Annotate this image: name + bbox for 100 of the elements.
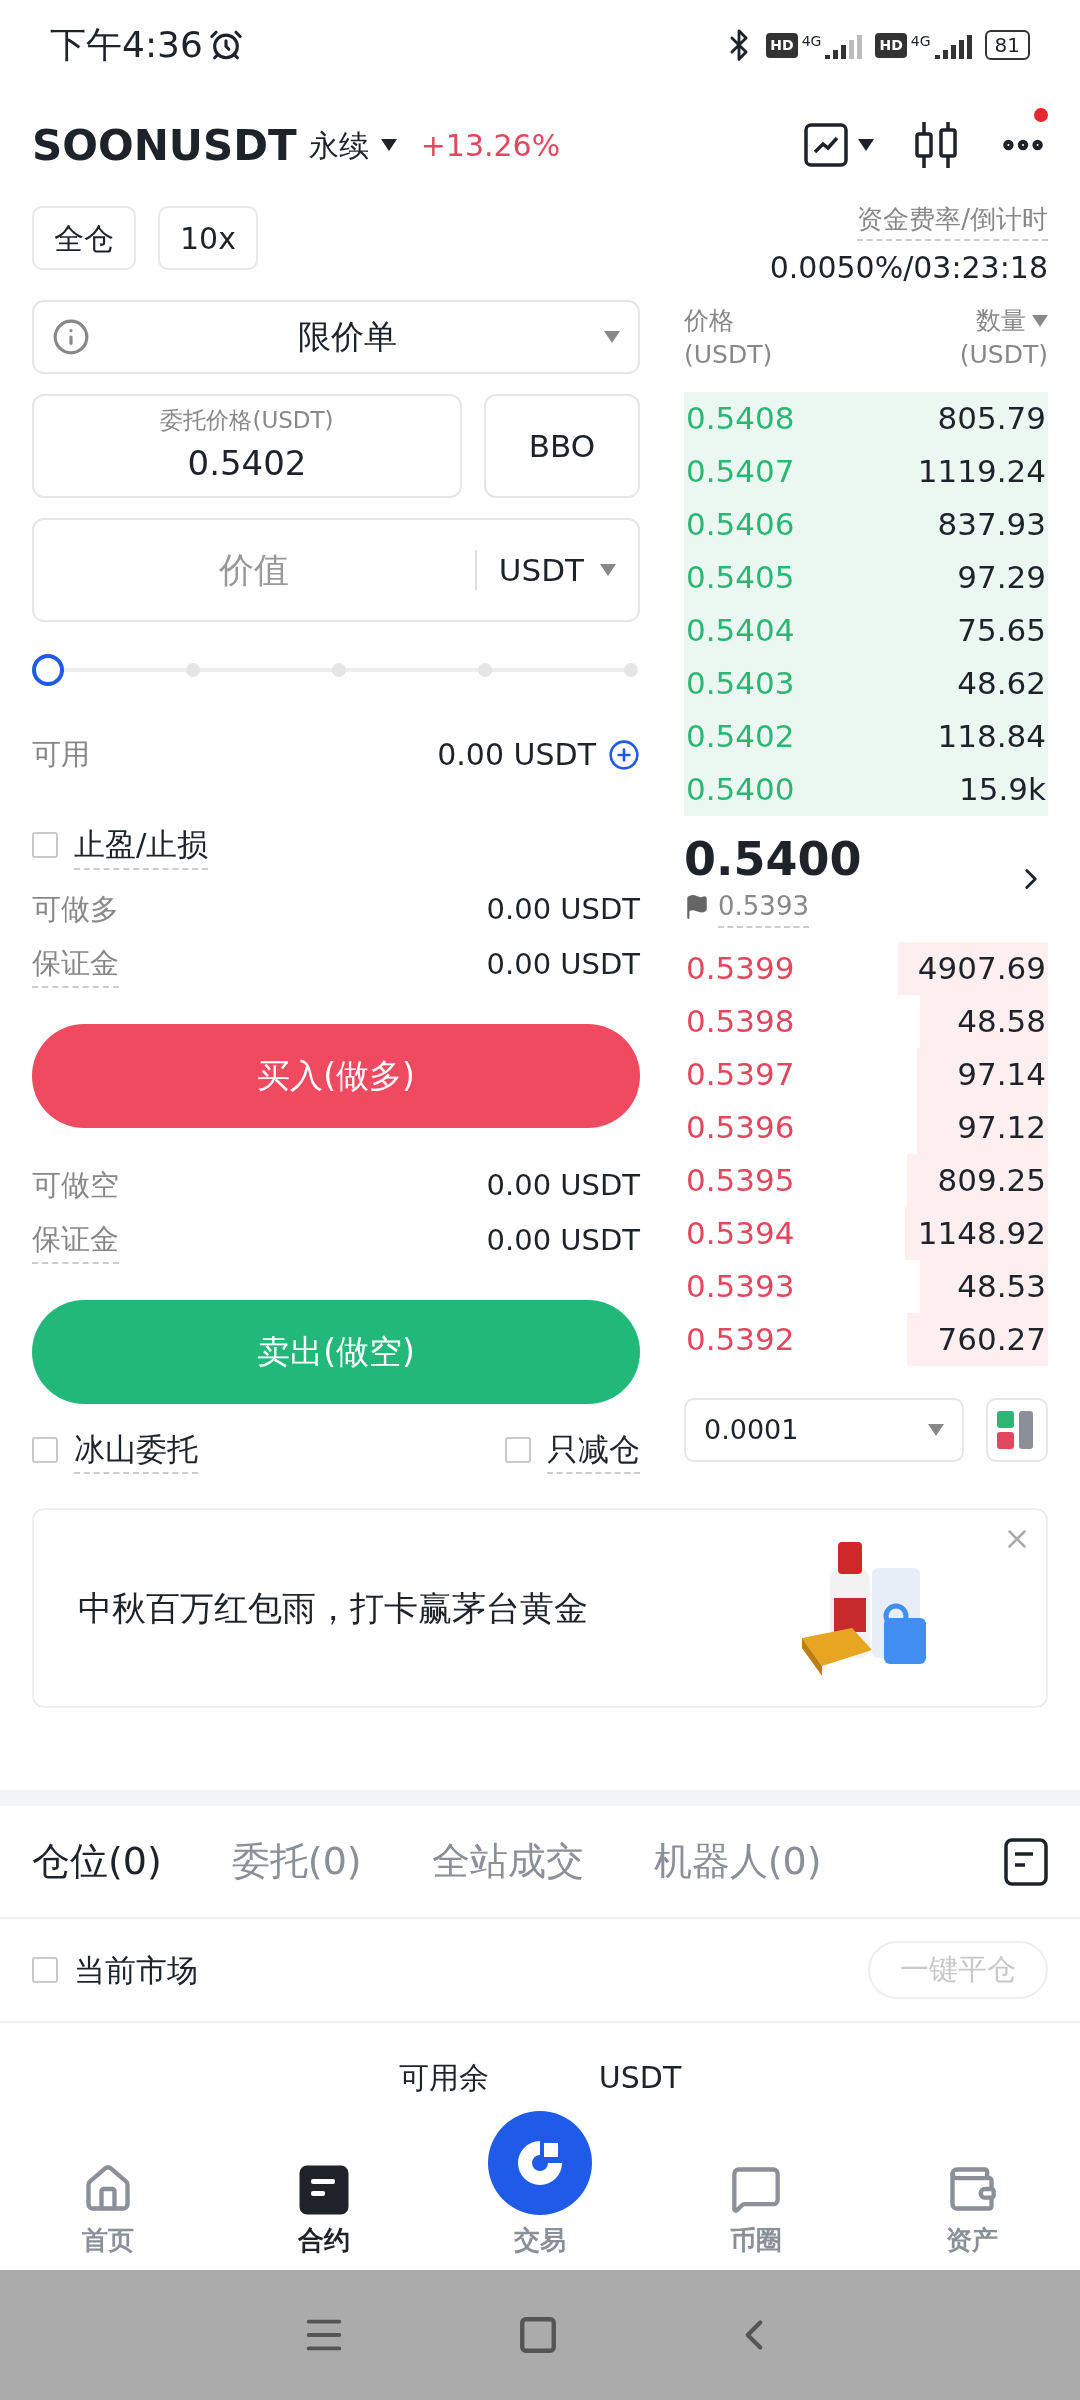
banner-text: 中秋百万红包雨，打卡赢茅台黄金 bbox=[78, 1586, 589, 1630]
slider-step bbox=[623, 663, 638, 677]
info-label: 可做多 bbox=[32, 891, 119, 929]
buy-button[interactable]: 买入(做多) bbox=[32, 1023, 640, 1128]
checkbox-label[interactable]: 冰山委托 bbox=[74, 1425, 198, 1474]
promo-banner[interactable]: 中秋百万红包雨，打卡赢茅台黄金 bbox=[32, 1508, 1048, 1708]
margin-mode-button[interactable]: 全仓 bbox=[32, 206, 136, 270]
battery-indicator: 81 bbox=[984, 30, 1030, 60]
order-amount: 48.62 bbox=[957, 664, 1047, 704]
unit-selector[interactable]: USDT bbox=[476, 546, 638, 594]
checkbox[interactable] bbox=[505, 1436, 531, 1463]
caret-icon bbox=[858, 139, 874, 151]
order-type-select[interactable]: 限价单 bbox=[32, 300, 640, 374]
price-field[interactable]: 委托价格(USDT) 0.5402 bbox=[32, 394, 462, 498]
mark-price[interactable]: 0.5393 bbox=[718, 886, 809, 928]
order-book-row[interactable]: 0.5403 48.62 bbox=[684, 657, 1048, 710]
column-unit: (USDT) bbox=[959, 339, 1048, 371]
order-price[interactable]: 0.5394 bbox=[684, 1210, 795, 1257]
order-book-row[interactable]: 0.5405 97.29 bbox=[684, 551, 1048, 604]
order-amount: 1148.92 bbox=[917, 1214, 1047, 1254]
checkbox[interactable] bbox=[32, 1957, 58, 1983]
available-value: 0.00 USDT bbox=[437, 736, 596, 774]
order-price[interactable]: 0.5399 bbox=[684, 945, 795, 992]
order-price[interactable]: 0.5397 bbox=[684, 1051, 795, 1098]
tab[interactable]: 仓位(0) bbox=[32, 1833, 162, 1890]
order-price[interactable]: 0.5392 bbox=[684, 1316, 795, 1363]
slider-step bbox=[477, 663, 492, 677]
leverage-button[interactable]: 10x bbox=[158, 206, 258, 270]
chart-icon[interactable] bbox=[804, 123, 848, 167]
slider-thumb[interactable] bbox=[32, 654, 64, 686]
balance-text: 可用余 bbox=[398, 2059, 489, 2097]
flag-icon bbox=[684, 894, 710, 920]
bbo-button[interactable]: BBO bbox=[484, 394, 640, 498]
order-price[interactable]: 0.5395 bbox=[684, 1157, 795, 1204]
amount-input[interactable]: 价值 bbox=[34, 543, 475, 597]
order-book-row[interactable]: 0.5404 75.65 bbox=[684, 604, 1048, 657]
slider-step bbox=[331, 663, 346, 677]
order-price[interactable]: 0.5396 bbox=[684, 1104, 795, 1151]
info-icon bbox=[52, 318, 90, 356]
order-amount: 1119.24 bbox=[917, 452, 1047, 492]
price-value: 0.5402 bbox=[187, 441, 307, 485]
order-amount: 118.84 bbox=[937, 717, 1047, 757]
order-amount: 837.93 bbox=[937, 505, 1047, 545]
precision-select[interactable]: 0.0001 bbox=[684, 1398, 964, 1462]
network-label: 4G bbox=[910, 32, 931, 51]
order-amount: 805.79 bbox=[937, 399, 1047, 439]
order-amount: 97.12 bbox=[957, 1108, 1047, 1148]
slider-step bbox=[185, 663, 200, 677]
add-icon[interactable] bbox=[608, 738, 640, 771]
alarm-icon bbox=[208, 28, 243, 62]
order-book-row[interactable]: 0.5400 15.9k bbox=[684, 763, 1048, 816]
checkbox[interactable] bbox=[32, 1436, 58, 1463]
funding-value: 0.0050%/03:23:18 bbox=[769, 249, 1048, 287]
caret-icon bbox=[1032, 315, 1048, 327]
checkbox-label[interactable]: 只减仓 bbox=[547, 1425, 640, 1474]
caret-icon bbox=[604, 331, 620, 343]
info-value: 0.00 USDT bbox=[486, 1167, 640, 1205]
order-amount: 15.9k bbox=[959, 770, 1047, 810]
order-amount: 48.53 bbox=[957, 1267, 1047, 1307]
checkbox[interactable] bbox=[32, 832, 58, 859]
document-icon bbox=[299, 2165, 349, 2215]
symbol-title[interactable]: SOONUSDT bbox=[32, 113, 297, 177]
info-value: 0.00 USDT bbox=[486, 891, 640, 929]
funding-label[interactable]: 资金费率/倒计时 bbox=[857, 200, 1048, 241]
order-amount: 97.14 bbox=[957, 1055, 1047, 1095]
checkbox-label[interactable]: 当前市场 bbox=[74, 1946, 198, 1994]
order-amount: 48.58 bbox=[957, 1002, 1047, 1042]
amount-field[interactable]: 价值 USDT bbox=[32, 518, 640, 622]
hd-badge: HD bbox=[766, 32, 798, 58]
order-book-row[interactable]: 0.5407 1119.24 bbox=[684, 445, 1048, 498]
order-price[interactable]: 0.5398 bbox=[684, 998, 795, 1045]
price-change: +13.26% bbox=[420, 126, 561, 165]
info-value: 0.00 USDT bbox=[486, 1222, 640, 1260]
clock-time: 下午4:36 bbox=[50, 23, 203, 67]
order-amount: 809.25 bbox=[937, 1161, 1047, 1201]
caret-icon bbox=[380, 139, 397, 151]
info-label: 可做空 bbox=[32, 1167, 119, 1205]
order-book-row[interactable]: 0.5402 118.84 bbox=[684, 710, 1048, 763]
network-label: 4G bbox=[801, 32, 822, 51]
candlestick-icon[interactable] bbox=[914, 120, 958, 170]
order-price[interactable]: 0.5393 bbox=[684, 1263, 795, 1310]
column-unit: (USDT) bbox=[684, 339, 773, 371]
balance-text: USDT bbox=[598, 2059, 682, 2097]
home-button-icon[interactable] bbox=[517, 2314, 559, 2356]
order-book-row[interactable]: 0.5408 805.79 bbox=[684, 392, 1048, 445]
column-header[interactable]: 数量 bbox=[976, 304, 1048, 338]
info-label: 保证金 bbox=[32, 1218, 119, 1264]
caret-icon bbox=[928, 1424, 944, 1436]
info-label: 保证金 bbox=[32, 942, 119, 988]
caret-icon bbox=[600, 564, 616, 576]
contract-type[interactable]: 永续 bbox=[308, 122, 369, 168]
order-book-row[interactable]: 0.5406 837.93 bbox=[684, 498, 1048, 551]
checkbox-label[interactable]: 止盈/止损 bbox=[74, 821, 209, 870]
document-icon[interactable] bbox=[1004, 1837, 1048, 1886]
order-amount: 75.65 bbox=[957, 611, 1047, 651]
layout-toggle-button[interactable] bbox=[986, 1398, 1048, 1462]
nav-item[interactable]: 合约 bbox=[216, 2165, 432, 2260]
column-header: 价格 bbox=[684, 305, 735, 337]
info-value: 0.00 USDT bbox=[486, 946, 640, 984]
field-label: 委托价格(USDT) bbox=[160, 406, 334, 436]
